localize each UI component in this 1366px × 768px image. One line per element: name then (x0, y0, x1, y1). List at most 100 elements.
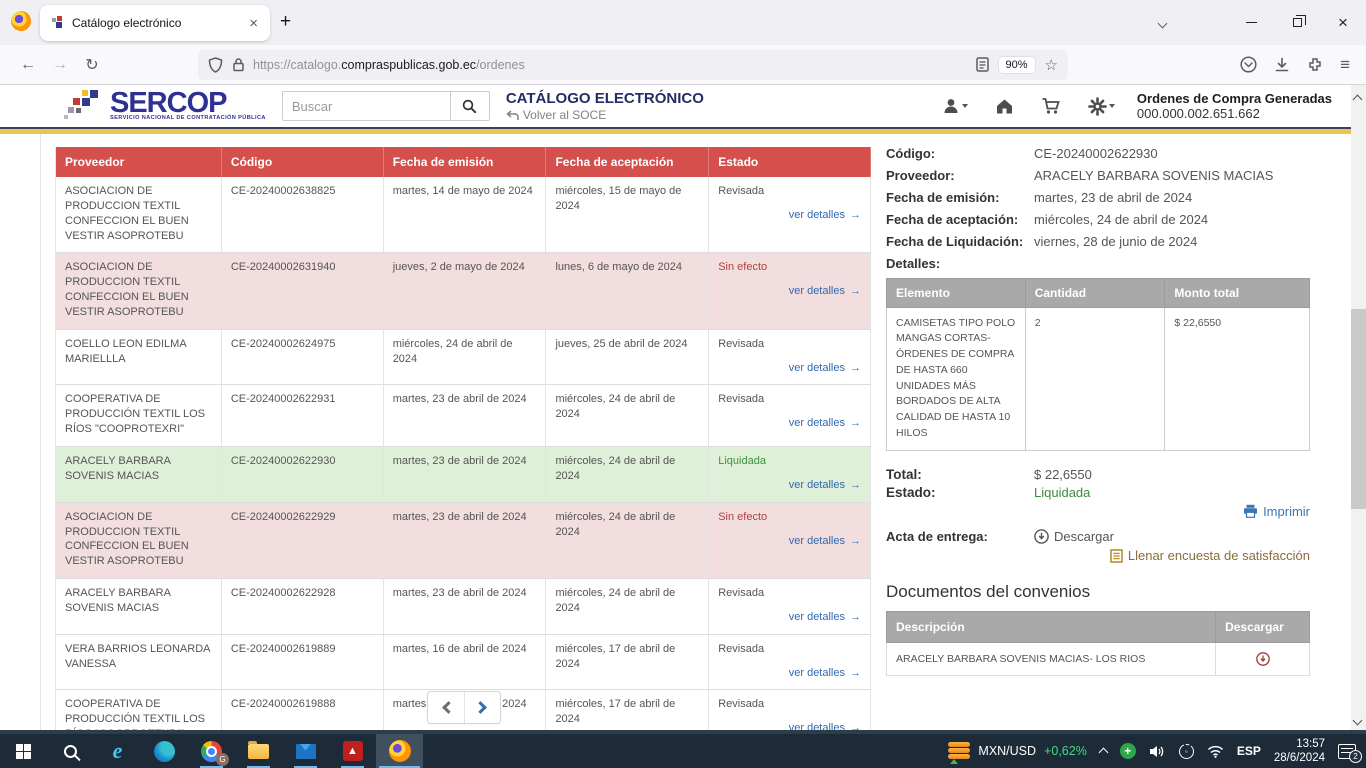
column-header: Descripción (887, 611, 1216, 642)
reader-mode-icon[interactable] (976, 57, 989, 72)
ver-detalles-link[interactable]: ver detalles→ (718, 361, 861, 376)
ver-detalles-link[interactable]: ver detalles→ (718, 478, 861, 493)
next-page-button[interactable] (464, 692, 500, 723)
firefox-taskbar-icon[interactable] (376, 734, 423, 768)
language-indicator[interactable]: ESP (1237, 744, 1261, 758)
provider-name: VERA BARRIOS LEONARDA VANESSA (65, 642, 212, 672)
user-icon (942, 97, 960, 115)
search-input[interactable] (282, 91, 450, 121)
encuesta-link[interactable]: Llenar encuesta de satisfacción (1110, 548, 1310, 563)
table-row: ASOCIACION DE PRODUCCION TEXTIL CONFECCI… (56, 253, 871, 329)
column-header: Fecha de emisión (383, 147, 546, 177)
pocket-icon[interactable] (1240, 56, 1257, 73)
table-row: VERA BARRIOS LEONARDA VANESSA CE-2024000… (56, 634, 871, 690)
acceptance-date: miércoles, 17 de abril de 2024 (546, 690, 709, 734)
home-icon[interactable] (995, 97, 1014, 115)
column-header: Elemento (887, 278, 1026, 307)
time: 13:57 (1274, 737, 1325, 751)
restore-button[interactable] (1274, 14, 1320, 32)
acceptance-date: lunes, 6 de mayo de 2024 (546, 253, 709, 329)
scrollbar[interactable] (1351, 85, 1366, 734)
status-badge: Revisada (718, 586, 861, 601)
orders-number: 000.000.002.651.662 (1137, 106, 1332, 121)
ver-detalles-link[interactable]: ver detalles→ (718, 610, 861, 625)
back-icon[interactable]: ← (12, 56, 44, 74)
sercop-logo-icon (64, 90, 104, 122)
meet-now-icon[interactable]: ◦ (1179, 744, 1194, 759)
ver-detalles-link[interactable]: ver detalles→ (718, 416, 861, 431)
list-tabs-icon[interactable] (1159, 14, 1166, 32)
close-button[interactable]: × (1320, 14, 1366, 31)
ver-detalles-link[interactable]: ver detalles→ (718, 284, 861, 299)
arrow-right-icon: → (850, 209, 861, 221)
ver-detalles-link[interactable]: ver detalles→ (718, 208, 861, 223)
notifications-icon[interactable]: 2 (1338, 744, 1356, 759)
zoom-level[interactable]: 90% (999, 57, 1035, 73)
field-value: CE-20240002622930 (1034, 145, 1310, 163)
downloads-icon[interactable] (1274, 57, 1290, 73)
antivirus-icon[interactable]: + (1120, 743, 1136, 759)
issue-date: martes, 16 de abril de 2024 (383, 634, 546, 690)
acceptance-date: miércoles, 24 de abril de 2024 (546, 502, 709, 578)
chevron-right-icon (474, 701, 487, 714)
table-row: COELLO LEON EDILMA MARIELLLA CE-20240002… (56, 329, 871, 385)
ver-detalles-link[interactable]: ver detalles→ (718, 666, 861, 681)
field-value: miércoles, 24 de abril de 2024 (1034, 211, 1310, 229)
currency-ticker[interactable]: MXN/USD +0,62% (948, 742, 1086, 760)
browser-tab[interactable]: Catálogo electrónico × (40, 5, 270, 41)
minimize-button[interactable] (1228, 14, 1274, 32)
settings-menu[interactable] (1088, 97, 1115, 116)
new-tab-button[interactable]: + (280, 12, 291, 32)
table-row: ARACELY BARBARA SOVENIS MACIAS CE-202400… (56, 446, 871, 502)
imprimir-link[interactable]: Imprimir (1243, 504, 1310, 519)
volver-soce-link[interactable]: Volver al SOCE (506, 108, 704, 122)
prev-page-button[interactable] (428, 692, 464, 723)
start-button[interactable] (0, 734, 47, 768)
doc-download-cell[interactable] (1216, 642, 1310, 675)
clock[interactable]: 13:57 28/6/2024 (1274, 737, 1325, 766)
ticker-pair: MXN/USD (978, 744, 1036, 758)
internet-explorer-icon[interactable]: e (94, 734, 141, 768)
order-code: CE-20240002622930 (221, 446, 383, 502)
orders-summary: Ordenes de Compra Generadas 000.000.002.… (1137, 91, 1332, 121)
tray-expand-icon[interactable] (1098, 748, 1108, 758)
screen: Catálogo electrónico × + × ← → ↻ https:/… (0, 0, 1366, 768)
coins-icon (948, 742, 970, 760)
bookmark-star-icon[interactable]: ☆ (1045, 56, 1058, 74)
volume-icon[interactable] (1149, 744, 1166, 759)
forward-icon[interactable]: → (44, 56, 76, 74)
edge-icon[interactable] (141, 734, 188, 768)
acrobat-icon[interactable]: ▲ (329, 734, 376, 768)
arrow-right-icon: → (850, 479, 861, 491)
status-badge: Liquidada (718, 454, 861, 469)
ver-detalles-link[interactable]: ver detalles→ (718, 534, 861, 549)
column-header: Descargar (1216, 611, 1310, 642)
taskbar-search-icon[interactable] (47, 734, 94, 768)
table-row: ASOCIACION DE PRODUCCION TEXTIL CONFECCI… (56, 177, 871, 253)
wifi-icon[interactable] (1207, 745, 1224, 758)
user-menu[interactable] (942, 97, 968, 115)
issue-date: miércoles, 24 de abril de 2024 (383, 329, 546, 385)
url-bar[interactable]: https://catalogo.compraspublicas.gob.ec/… (198, 50, 1068, 80)
survey-icon (1110, 549, 1123, 563)
scrollbar-thumb[interactable] (1351, 309, 1366, 509)
search-button[interactable] (450, 91, 490, 121)
order-code: CE-20240002622928 (221, 579, 383, 635)
tab-close-icon[interactable]: × (247, 15, 260, 32)
window-controls: × (1159, 0, 1366, 45)
column-header: Proveedor (56, 147, 222, 177)
extensions-icon[interactable] (1307, 57, 1323, 73)
mail-icon[interactable] (282, 734, 329, 768)
descargar-acta-link[interactable]: Descargar (1034, 529, 1114, 544)
logo-text: SERCOP (110, 92, 266, 114)
scroll-up-icon[interactable] (1354, 90, 1361, 108)
file-explorer-icon[interactable] (235, 734, 282, 768)
menu-icon[interactable]: ≡ (1340, 55, 1350, 75)
back-arrow-icon (506, 110, 519, 121)
scroll-down-icon[interactable] (1354, 711, 1361, 729)
acceptance-date: miércoles, 24 de abril de 2024 (546, 579, 709, 635)
status-badge: Revisada (718, 642, 861, 657)
chrome-icon[interactable]: G (188, 734, 235, 768)
cart-icon[interactable] (1041, 97, 1061, 115)
reload-icon[interactable]: ↻ (76, 55, 108, 75)
